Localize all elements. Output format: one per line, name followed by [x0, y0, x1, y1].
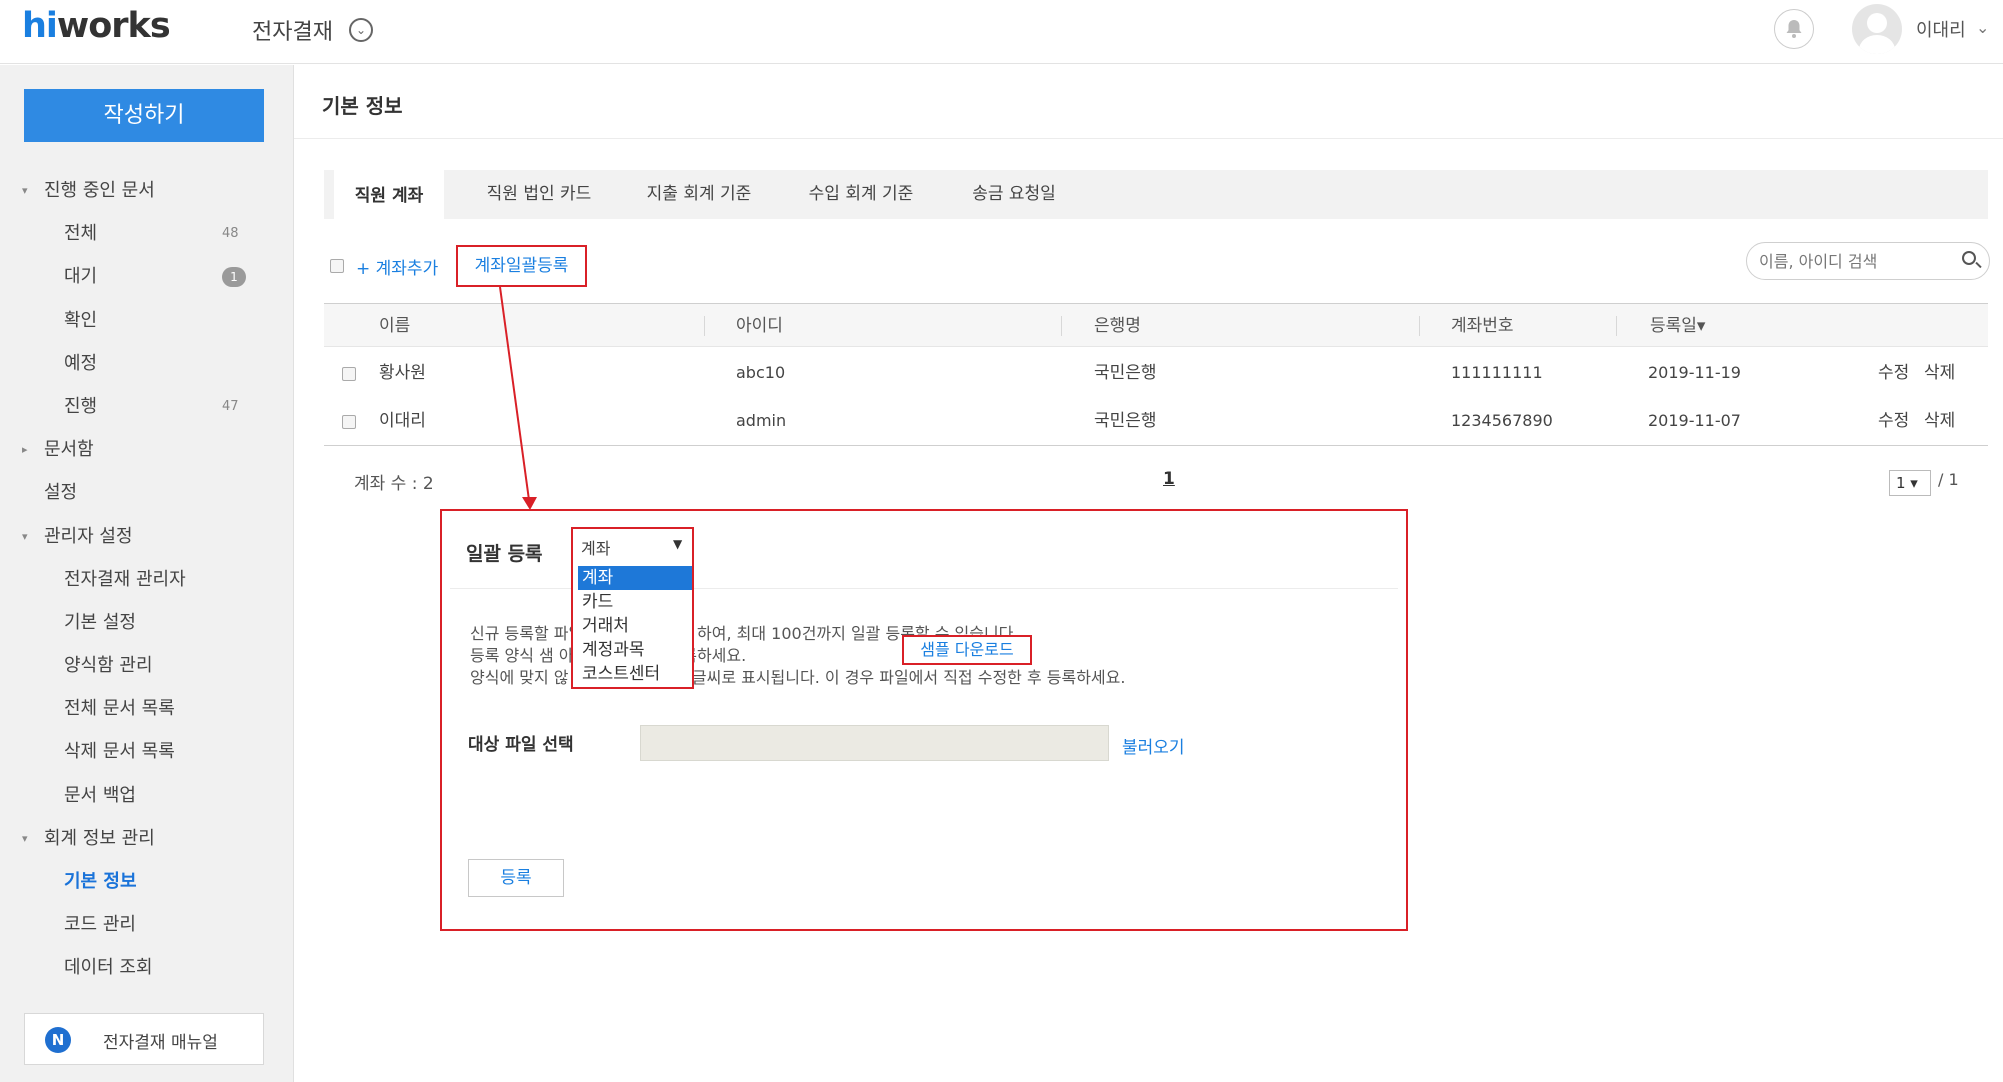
arrow-head: [522, 497, 537, 510]
annotation-arrow: [499, 286, 537, 510]
arrow-line: [499, 286, 530, 501]
